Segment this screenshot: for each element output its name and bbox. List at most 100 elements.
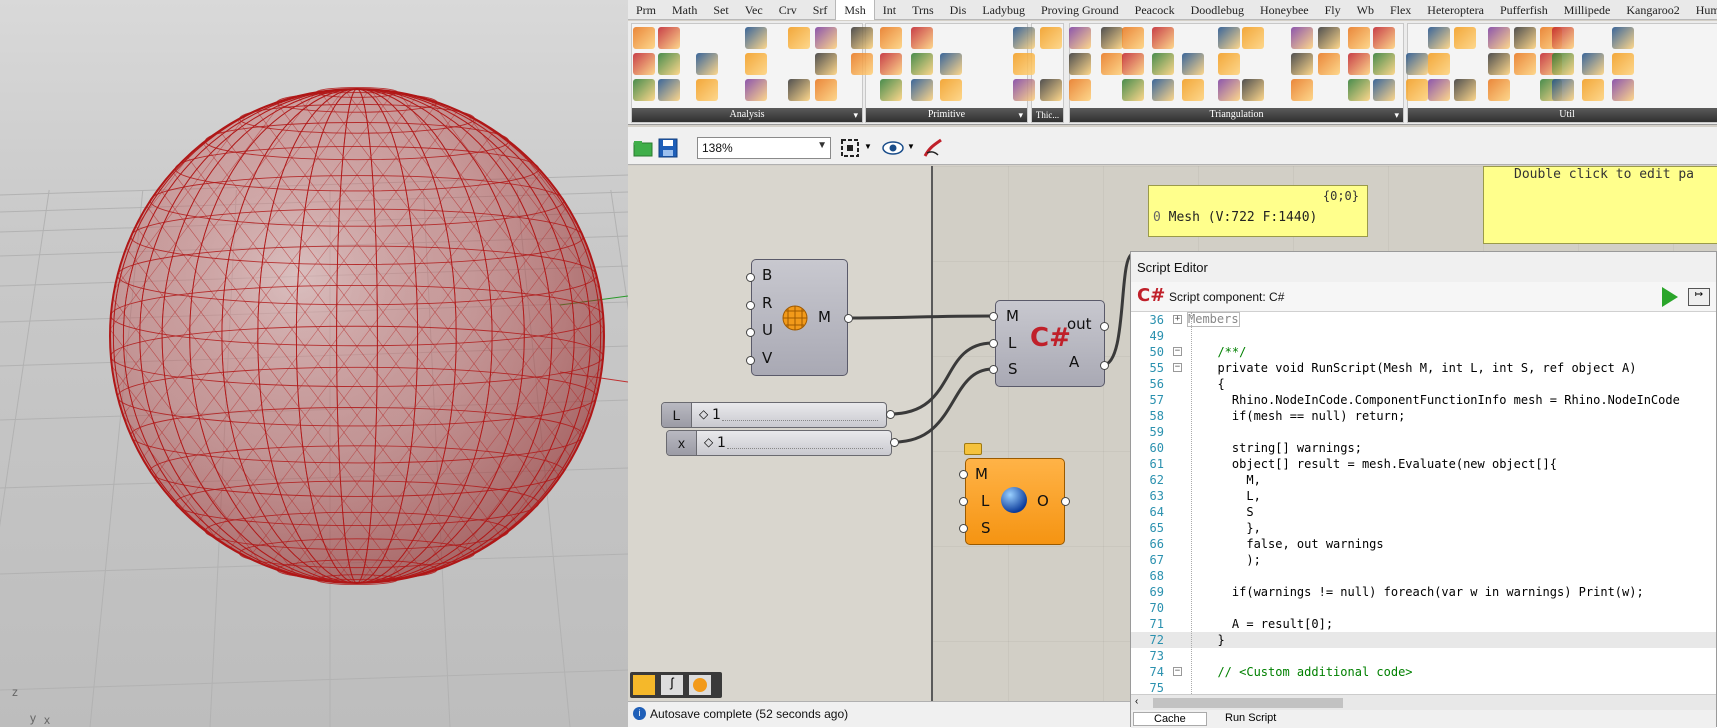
csharp-script-component[interactable]: M L S out A C#	[995, 300, 1105, 387]
zoom-level-select[interactable]: 138% ▼	[697, 137, 831, 159]
component-icon[interactable]	[1291, 27, 1313, 49]
component-icon[interactable]	[658, 79, 680, 101]
component-icon[interactable]	[658, 27, 680, 49]
output-grip[interactable]	[890, 438, 899, 447]
component-icon[interactable]	[1348, 53, 1370, 75]
tab-wb[interactable]: Wb	[1349, 0, 1382, 19]
component-icon[interactable]	[1582, 53, 1604, 75]
component-icon[interactable]	[1218, 79, 1240, 101]
component-icon[interactable]	[1454, 79, 1476, 101]
component-icon[interactable]	[1428, 79, 1450, 101]
scrollbar-thumb[interactable]	[1153, 698, 1343, 708]
component-icon[interactable]	[1348, 79, 1370, 101]
fold-toggle-icon[interactable]: +	[1173, 315, 1182, 324]
script-editor-window[interactable]: Script Editor C# Script component: C# ↦ …	[1130, 251, 1717, 728]
tab-kangaroo2[interactable]: Kangaroo2	[1618, 0, 1687, 19]
component-icon[interactable]	[1406, 53, 1428, 75]
note-panel[interactable]: Double click to edit pa	[1483, 166, 1717, 244]
number-slider-x[interactable]: x ◇ 1	[666, 430, 892, 456]
tab-set[interactable]: Set	[705, 0, 736, 19]
input-grip[interactable]	[989, 365, 998, 374]
component-icon[interactable]	[1318, 27, 1340, 49]
preview-eye-icon[interactable]	[882, 137, 904, 159]
input-grip[interactable]	[959, 470, 968, 479]
component-icon[interactable]	[911, 27, 933, 49]
component-icon[interactable]	[851, 53, 873, 75]
component-icon[interactable]	[696, 53, 718, 75]
component-icon[interactable]	[1406, 79, 1428, 101]
component-icon[interactable]	[745, 53, 767, 75]
output-grip[interactable]	[844, 314, 853, 323]
tab-pufferfish[interactable]: Pufferfish	[1492, 0, 1556, 19]
tab-msh[interactable]: Msh	[835, 0, 875, 20]
component-icon[interactable]	[1122, 27, 1144, 49]
component-icon[interactable]	[1373, 27, 1395, 49]
component-icon[interactable]	[696, 79, 718, 101]
component-icon[interactable]	[1552, 79, 1574, 101]
output-grip[interactable]	[1061, 497, 1070, 506]
code-area[interactable]: 36 + Members 49 50− /**/55− private void Run…	[1131, 312, 1716, 695]
component-icon[interactable]	[1428, 53, 1450, 75]
input-grip[interactable]	[746, 273, 755, 282]
component-icon[interactable]	[745, 27, 767, 49]
sphere-component[interactable]: B R U V M	[751, 259, 848, 376]
tab-millipede[interactable]: Millipede	[1556, 0, 1619, 19]
component-icon[interactable]	[815, 79, 837, 101]
input-grip[interactable]	[746, 356, 755, 365]
run-script-tab[interactable]: Run Script	[1225, 712, 1276, 724]
component-icon[interactable]	[1069, 53, 1091, 75]
component-icon[interactable]	[1514, 53, 1536, 75]
run-play-icon[interactable]	[1662, 287, 1678, 307]
tab-vec[interactable]: Vec	[737, 0, 771, 19]
component-icon[interactable]	[1454, 27, 1476, 49]
slider-track[interactable]	[727, 448, 883, 449]
component-icon[interactable]	[1514, 27, 1536, 49]
component-icon[interactable]	[1242, 79, 1264, 101]
rhino-viewport[interactable]: z y x	[0, 0, 628, 727]
mesh-output-panel[interactable]: {0;0} 0 Mesh (V:722 F:1440)	[1148, 185, 1368, 237]
tab-proving-ground[interactable]: Proving Ground	[1033, 0, 1127, 19]
component-icon[interactable]	[633, 53, 655, 75]
open-file-icon[interactable]	[632, 137, 654, 159]
component-icon[interactable]	[1040, 79, 1062, 101]
component-icon[interactable]	[1218, 27, 1240, 49]
output-grip[interactable]	[1100, 361, 1109, 370]
chevron-down-icon[interactable]: ▼	[907, 142, 915, 151]
component-icon[interactable]	[1182, 79, 1204, 101]
component-icon[interactable]	[1552, 27, 1574, 49]
tab-dis[interactable]: Dis	[942, 0, 975, 19]
component-icon[interactable]	[815, 53, 837, 75]
zoom-extents-icon[interactable]	[839, 137, 861, 159]
input-grip[interactable]	[959, 524, 968, 533]
output-grip[interactable]	[886, 410, 895, 419]
tab-int[interactable]: Int	[875, 0, 904, 19]
component-icon[interactable]	[1488, 79, 1510, 101]
tab-fly[interactable]: Fly	[1317, 0, 1349, 19]
tab-prm[interactable]: Prm	[628, 0, 664, 19]
export-icon[interactable]: ↦	[1688, 288, 1710, 306]
component-icon[interactable]	[1488, 53, 1510, 75]
component-icon[interactable]	[1182, 53, 1204, 75]
component-icon[interactable]	[788, 79, 810, 101]
tab-peacock[interactable]: Peacock	[1127, 0, 1183, 19]
component-icon[interactable]	[1152, 27, 1174, 49]
input-grip[interactable]	[959, 497, 968, 506]
slider-track[interactable]	[722, 420, 878, 421]
component-icon[interactable]	[1348, 27, 1370, 49]
tab-math[interactable]: Math	[664, 0, 705, 19]
component-icon[interactable]	[880, 53, 902, 75]
tab-heteroptera[interactable]: Heteroptera	[1419, 0, 1492, 19]
cache-button[interactable]: Cache	[1133, 712, 1207, 726]
component-icon[interactable]	[745, 79, 767, 101]
component-icon[interactable]	[1152, 79, 1174, 101]
tab-ladybug[interactable]: Ladybug	[974, 0, 1033, 19]
curve-icon[interactable]: ʃ	[661, 675, 683, 695]
input-grip[interactable]	[746, 328, 755, 337]
save-file-icon[interactable]	[657, 137, 679, 159]
tab-flex[interactable]: Flex	[1382, 0, 1419, 19]
component-icon[interactable]	[940, 53, 962, 75]
component-icon[interactable]	[1488, 27, 1510, 49]
tab-honeybee[interactable]: Honeybee	[1252, 0, 1317, 19]
tab-crv[interactable]: Crv	[771, 0, 805, 19]
component-icon[interactable]	[1428, 27, 1450, 49]
